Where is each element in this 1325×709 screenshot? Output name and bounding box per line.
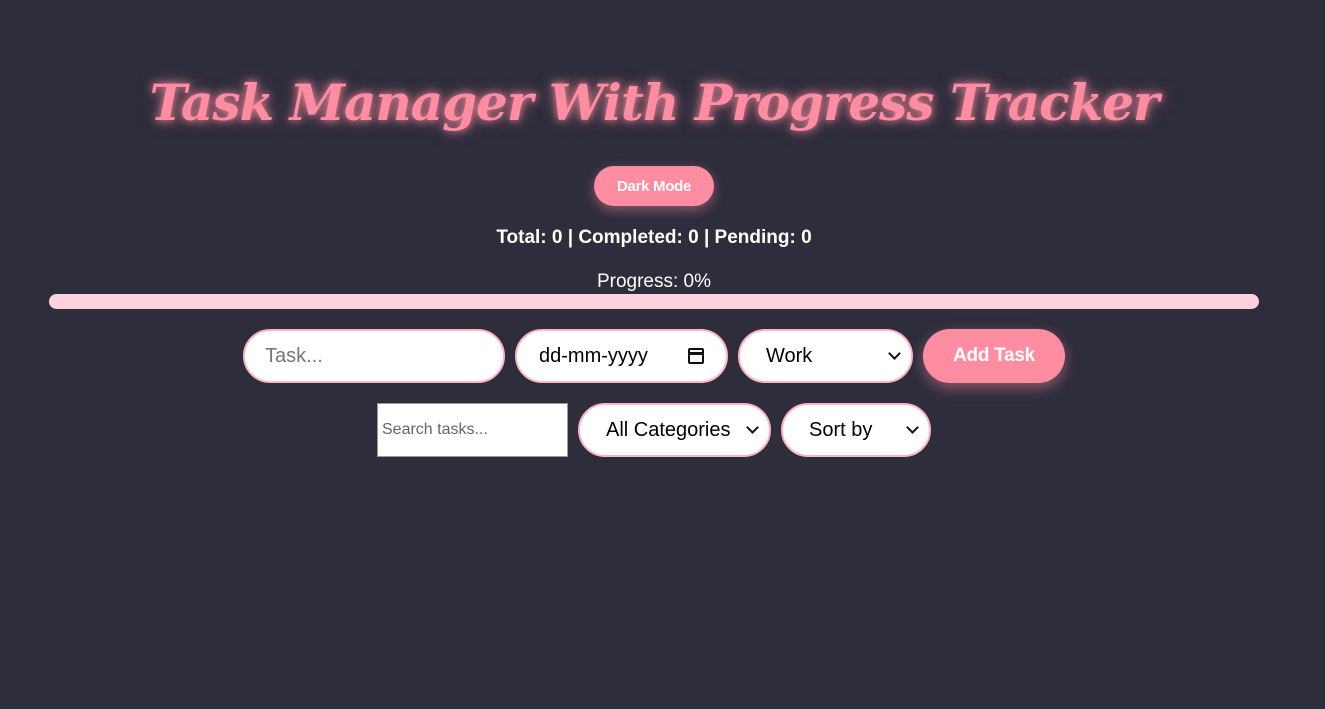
add-task-button[interactable]: Add Task	[923, 329, 1065, 383]
search-input[interactable]: Search tasks...	[377, 403, 568, 457]
search-input-placeholder: Search tasks...	[382, 421, 488, 438]
page-title: Task Manager With Progress Tracker	[149, 73, 1160, 132]
progress-label: Progress: 0%	[596, 271, 712, 292]
calendar-icon[interactable]	[688, 348, 704, 364]
chevron-down-icon	[746, 421, 759, 434]
chevron-down-icon	[888, 347, 901, 360]
date-placeholder: dd-mm-yyyy	[539, 344, 648, 367]
chevron-down-icon	[906, 421, 919, 434]
category-select-value: Work	[766, 344, 813, 367]
task-input-placeholder: Task...	[265, 344, 323, 367]
task-manager-app: Task Manager With Progress Tracker Dark …	[0, 0, 1325, 709]
dark-mode-button[interactable]: Dark Mode	[594, 166, 714, 206]
task-stats: Total: 0 | Completed: 0 | Pending: 0	[496, 227, 812, 248]
category-filter-value: All Categories	[606, 418, 731, 441]
task-input[interactable]: Task...	[243, 329, 505, 383]
category-select[interactable]: Work	[738, 329, 913, 383]
sort-select[interactable]: Sort by	[781, 403, 931, 457]
progress-bar	[49, 294, 1259, 309]
due-date-input[interactable]: dd-mm-yyyy	[515, 329, 728, 383]
sort-select-value: Sort by	[809, 418, 873, 441]
category-filter-select[interactable]: All Categories	[578, 403, 771, 457]
